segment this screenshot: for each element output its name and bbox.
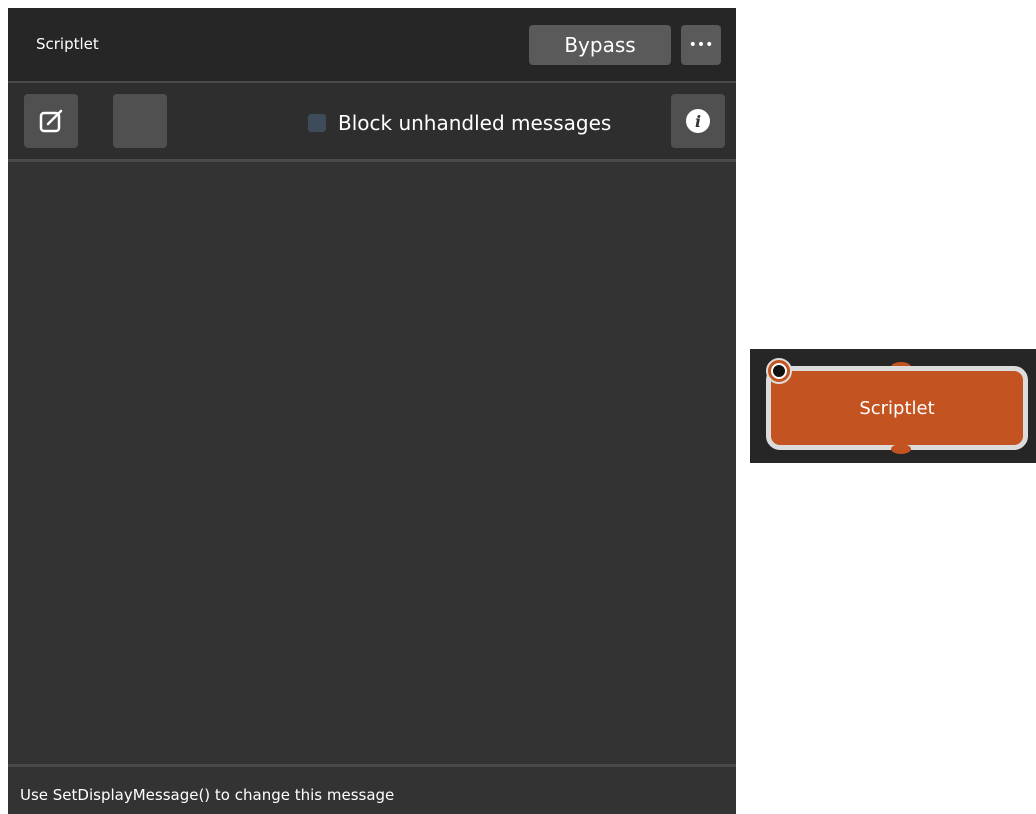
panel-header: Scriptlet Bypass ••• bbox=[8, 8, 736, 83]
block-unhandled-option[interactable]: Block unhandled messages bbox=[308, 111, 611, 135]
node-output-pin[interactable] bbox=[891, 444, 911, 454]
blank-button[interactable] bbox=[113, 94, 167, 148]
edit-icon bbox=[39, 109, 63, 133]
block-unhandled-label: Block unhandled messages bbox=[338, 111, 612, 135]
scriptlet-node[interactable]: Scriptlet bbox=[766, 366, 1028, 450]
status-bar: Use SetDisplayMessage() to change this m… bbox=[8, 764, 736, 814]
status-message: Use SetDisplayMessage() to change this m… bbox=[20, 786, 395, 804]
panel-title: Scriptlet bbox=[36, 35, 99, 53]
midi-icon bbox=[766, 358, 792, 384]
ellipsis-icon: ••• bbox=[688, 37, 714, 53]
info-icon: i bbox=[686, 109, 710, 133]
more-options-button[interactable]: ••• bbox=[681, 25, 721, 65]
midi-icon-inner bbox=[771, 363, 787, 379]
info-button[interactable]: i bbox=[671, 94, 725, 148]
bypass-button[interactable]: Bypass bbox=[529, 25, 671, 65]
edit-script-button[interactable] bbox=[24, 94, 78, 148]
node-label: Scriptlet bbox=[859, 397, 935, 419]
block-unhandled-checkbox[interactable] bbox=[308, 114, 326, 132]
panel-content-area bbox=[8, 162, 736, 764]
scriptlet-panel: Scriptlet Bypass ••• Block unhandled mes… bbox=[8, 8, 736, 814]
panel-toolbar: Block unhandled messages i bbox=[8, 83, 736, 162]
node-canvas: Scriptlet bbox=[750, 349, 1036, 463]
